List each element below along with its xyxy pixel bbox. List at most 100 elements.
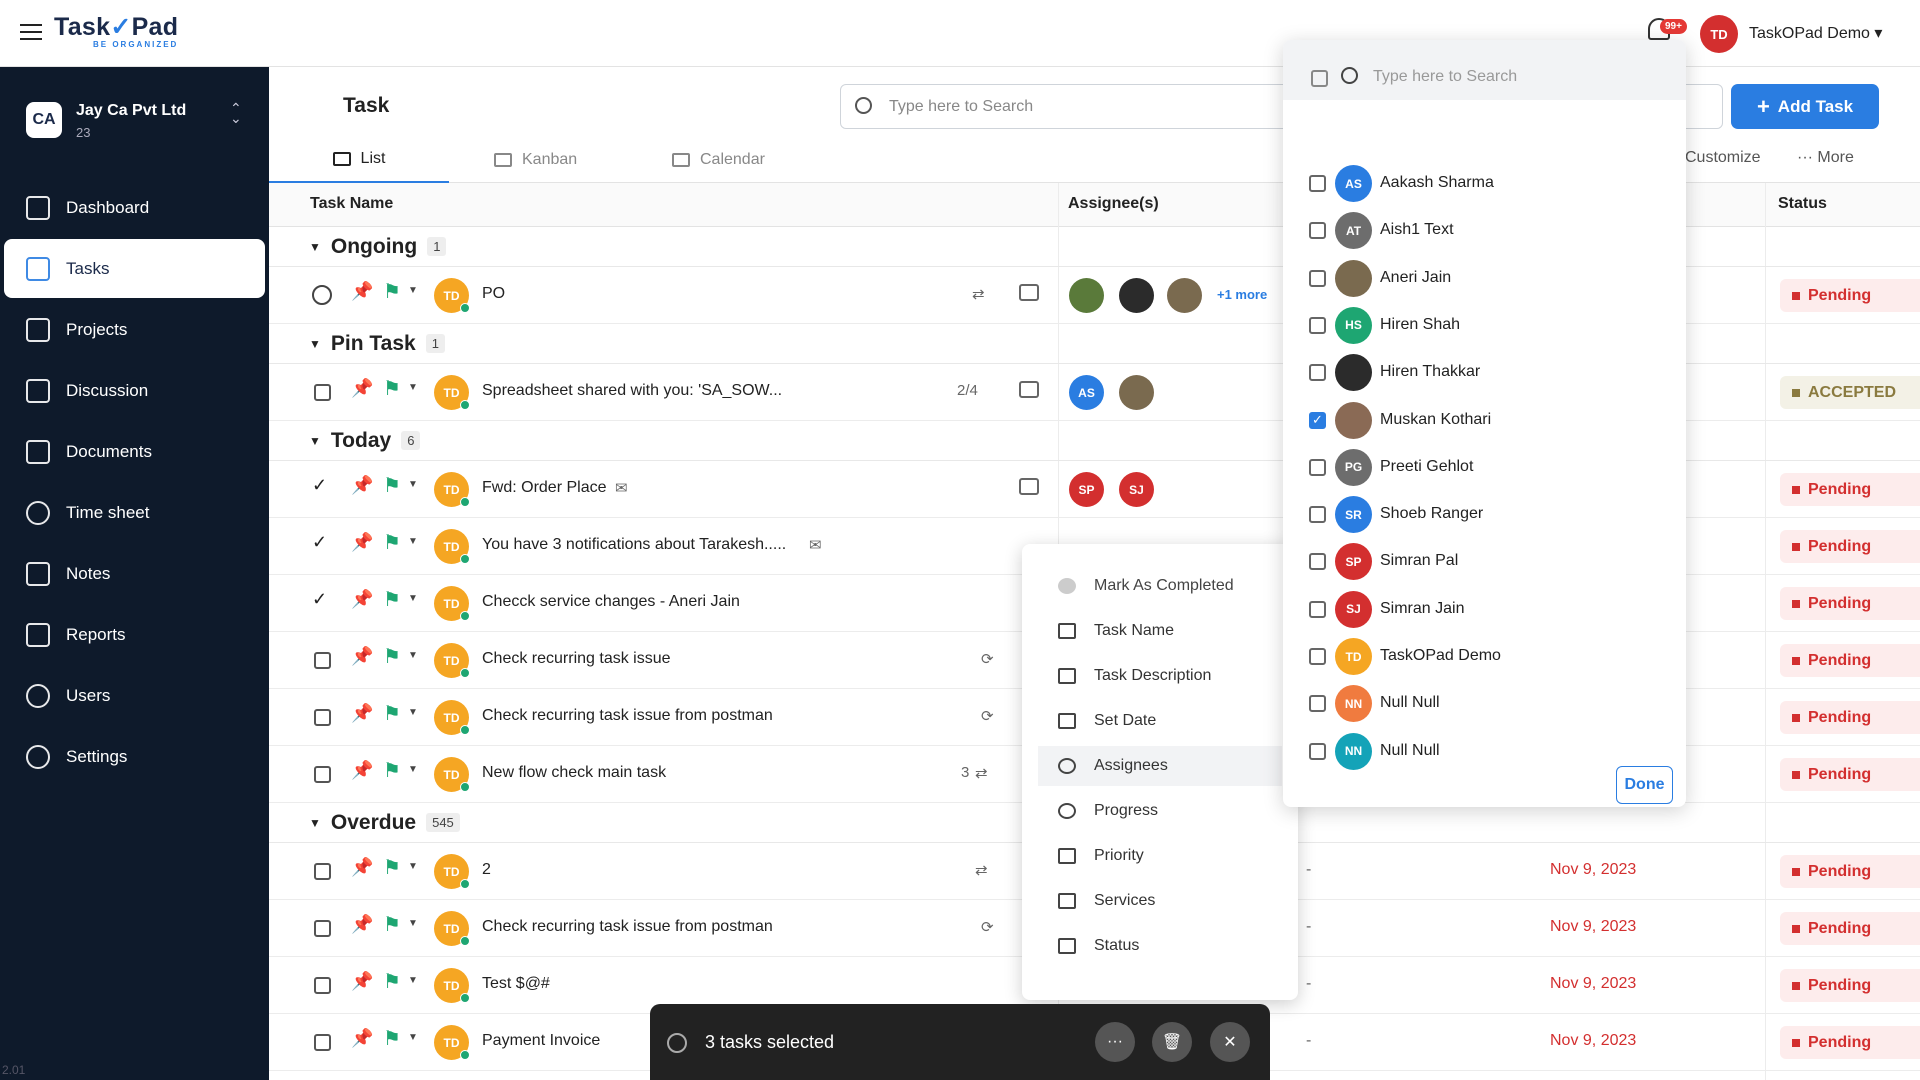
check-icon[interactable]: ✓ [312,532,327,553]
status-badge[interactable]: Pending [1780,587,1920,620]
menu-item-priority[interactable]: Priority [1038,836,1282,876]
assignee-option[interactable]: Aneri Jain [1283,255,1686,302]
menu-item-set-date[interactable]: Set Date [1038,701,1282,741]
chevron-down-icon[interactable]: ▼ [408,536,418,547]
chevron-down-icon[interactable]: ▼ [408,918,418,929]
collapse-caret-icon[interactable]: ▼ [309,240,321,254]
assignee-checkbox[interactable] [1309,553,1326,571]
status-badge[interactable]: Pending [1780,701,1920,734]
task-name[interactable]: New flow check main task [482,764,666,782]
flag-icon[interactable]: ⚑ [383,1026,401,1051]
done-button[interactable]: Done [1616,766,1673,804]
add-task-button[interactable]: + Add Task [1731,84,1879,129]
chevron-down-icon[interactable]: ▼ [408,479,418,490]
sidebar-item-timesheet[interactable]: Time sheet [4,483,265,542]
deselect-circle-icon[interactable] [667,1033,687,1053]
comment-icon[interactable] [1019,284,1039,301]
due-date[interactable]: Nov 9, 2023 [1550,975,1636,993]
flag-icon[interactable]: ⚑ [383,969,401,994]
chevron-down-icon[interactable]: ▼ [408,1032,418,1043]
sidebar-item-reports[interactable]: Reports [4,605,265,664]
menu-item-services[interactable]: Services [1038,881,1282,921]
flag-icon[interactable]: ⚑ [383,587,401,612]
assignee-checkbox[interactable]: ✓ [1309,411,1326,429]
column-assignees[interactable]: Assignee(s) [1068,195,1159,213]
column-task-name[interactable]: Task Name [310,195,393,213]
tab-list[interactable]: List [269,137,449,183]
pin-icon[interactable]: 📌 [351,760,373,781]
assignee-option[interactable]: AT Aish1 Text [1283,207,1686,254]
status-badge[interactable]: Pending [1780,912,1920,945]
assignee-checkbox[interactable] [1309,458,1326,476]
status-badge[interactable]: Pending [1780,279,1920,312]
assignee-checkbox[interactable] [1309,742,1326,760]
assignee-search-input[interactable]: Type here to Search [1373,68,1517,86]
pin-icon[interactable]: 📌 [351,646,373,667]
menu-item-task-name[interactable]: Task Name [1038,611,1282,651]
flag-icon[interactable]: ⚑ [383,530,401,555]
customize-button[interactable]: Customize [1685,149,1761,167]
select-all-checkbox[interactable] [1311,70,1328,87]
status-badge[interactable]: Pending [1780,473,1920,506]
collapse-caret-icon[interactable]: ▼ [309,434,321,448]
row-checkbox[interactable] [314,863,331,880]
more-actions-button[interactable]: ··· [1095,1022,1135,1062]
chevron-down-icon[interactable]: ▼ [408,285,418,296]
check-icon[interactable]: ✓ [312,475,327,496]
assignee-checkbox[interactable] [1309,648,1326,665]
flag-icon[interactable]: ⚑ [383,855,401,880]
task-name[interactable]: Fwd: Order Place [482,479,606,497]
assignee-option[interactable]: SP Simran Pal [1283,538,1686,585]
pin-icon[interactable]: 📌 [351,281,373,302]
task-name[interactable]: Check recurring task issue [482,650,671,668]
status-badge[interactable]: ACCEPTED [1780,376,1920,409]
user-menu[interactable]: TaskOPad Demo ▾ [1749,23,1882,43]
chevron-down-icon[interactable]: ▼ [408,861,418,872]
assignee-option[interactable]: Hiren Thakkar [1283,349,1686,396]
column-status[interactable]: Status [1778,195,1827,213]
assignee-checkbox[interactable] [1309,695,1326,713]
assignee-checkbox[interactable] [1309,222,1326,240]
task-name[interactable]: PO [482,285,505,303]
assignee-option[interactable]: SJ Simran Jain [1283,586,1686,633]
menu-item-task-description[interactable]: Task Description [1038,656,1282,696]
menu-item-status[interactable]: Status [1038,926,1282,966]
pin-icon[interactable]: 📌 [351,1028,373,1049]
chevron-down-icon[interactable]: ▼ [408,593,418,604]
more-assignees-link[interactable]: +1 more [1217,287,1267,302]
assignee-option[interactable]: ✓ Muskan Kothari [1283,397,1686,444]
row-checkbox[interactable] [314,977,331,994]
assignee-option[interactable]: HS Hiren Shah [1283,302,1686,349]
row-checkbox[interactable] [314,384,331,401]
check-icon[interactable]: ✓ [312,589,327,610]
assignee-checkbox[interactable] [1309,175,1326,192]
assignee-option[interactable]: SR Shoeb Ranger [1283,491,1686,538]
assignee-checkbox[interactable] [1309,600,1326,618]
status-badge[interactable]: Pending [1780,1026,1920,1059]
sidebar-item-users[interactable]: Users [4,666,265,725]
sidebar-item-documents[interactable]: Documents [4,422,265,481]
assignee-checkbox[interactable] [1309,506,1326,524]
org-name[interactable]: Jay Ca Pvt Ltd [76,102,186,120]
chevron-down-icon[interactable]: ▼ [408,650,418,661]
task-name[interactable]: You have 3 notifications about Tarakesh.… [482,536,786,554]
task-name[interactable]: Payment Invoice [482,1032,600,1050]
clock-icon[interactable] [312,285,332,305]
pin-icon[interactable]: 📌 [351,532,373,553]
tab-kanban[interactable]: Kanban [494,137,577,183]
assignee-checkbox[interactable] [1309,364,1326,382]
chevron-down-icon[interactable]: ▼ [408,382,418,393]
assignee-option[interactable]: PG Preeti Gehlot [1283,444,1686,491]
chevron-down-icon[interactable]: ▼ [408,764,418,775]
status-badge[interactable]: Pending [1780,969,1920,1002]
flag-icon[interactable]: ⚑ [383,644,401,669]
assignee-option[interactable]: AS Aakash Sharma [1283,160,1686,207]
pin-icon[interactable]: 📌 [351,971,373,992]
flag-icon[interactable]: ⚑ [383,473,401,498]
tab-calendar[interactable]: Calendar [672,137,765,183]
pin-icon[interactable]: 📌 [351,703,373,724]
task-name[interactable]: Spreadsheet shared with you: 'SA_SOW... [482,382,782,400]
row-checkbox[interactable] [314,709,331,726]
pin-icon[interactable]: 📌 [351,378,373,399]
sidebar-item-tasks[interactable]: Tasks [4,239,265,298]
